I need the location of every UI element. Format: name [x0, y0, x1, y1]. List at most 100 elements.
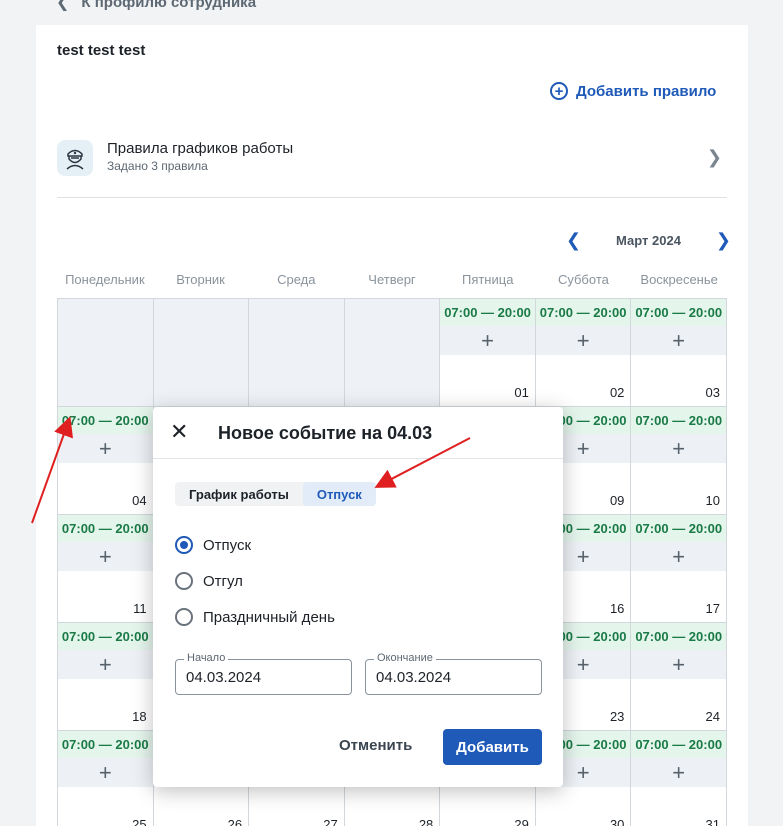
day-number: 28: [418, 817, 434, 826]
calendar-day-cell[interactable]: 07:00 — 20:00 +25: [58, 731, 154, 826]
day-number: 24: [705, 709, 720, 724]
add-rule-label: Добавить правило: [576, 82, 717, 100]
employee-name: test test test: [57, 42, 146, 59]
month-navigator: ❮ Март 2024 ❯: [566, 230, 731, 251]
calendar-day-cell[interactable]: 07:00 — 20:00 +17: [631, 515, 727, 623]
start-date-label: Начало: [184, 652, 229, 664]
shift-badge[interactable]: 07:00 — 20:00: [631, 407, 726, 434]
day-number: 04: [132, 493, 147, 508]
calendar-cell-empty: [344, 299, 441, 407]
back-to-profile-link[interactable]: ❮ К профилю сотрудника: [56, 0, 256, 12]
day-number: 31: [705, 817, 720, 826]
calendar-cell-empty: [58, 299, 154, 407]
add-event-icon[interactable]: +: [535, 326, 631, 355]
option-label: Отгул: [203, 572, 243, 590]
day-number: 11: [133, 601, 147, 616]
add-rule-button[interactable]: + Добавить правило: [550, 82, 716, 100]
prev-month-icon[interactable]: ❮: [566, 230, 581, 251]
cancel-button[interactable]: Отменить: [339, 737, 412, 754]
add-event-icon[interactable]: +: [631, 650, 726, 679]
month-label: Март 2024: [616, 233, 681, 248]
radio-unchecked-icon[interactable]: [175, 572, 193, 590]
rules-subtitle: Задано 3 правила: [107, 159, 208, 173]
option-label: Праздничный день: [203, 608, 335, 626]
submit-button[interactable]: Добавить: [443, 729, 542, 765]
day-number: 16: [609, 601, 625, 616]
add-event-icon[interactable]: +: [440, 326, 535, 355]
shift-badge[interactable]: 07:00 — 20:00: [440, 299, 535, 326]
start-date-field[interactable]: Начало 04.03.2024: [175, 652, 352, 695]
close-icon[interactable]: ✕: [170, 421, 188, 443]
weekday-header: Понедельник Вторник Среда Четверг Пятниц…: [57, 272, 727, 287]
weekday-label: Пятница: [461, 272, 514, 287]
day-number: 01: [514, 385, 529, 400]
shift-badge[interactable]: 07:00 — 20:00: [535, 299, 631, 326]
add-event-icon[interactable]: +: [631, 758, 726, 787]
tab-work-schedule[interactable]: График работы: [175, 482, 303, 506]
calendar-day-cell[interactable]: 07:00 — 20:00 +24: [631, 623, 727, 731]
shift-badge[interactable]: 07:00 — 20:00: [631, 623, 726, 650]
new-event-dialog: ✕ Новое событие на 04.03 График работы О…: [153, 407, 563, 787]
calendar-day-cell[interactable]: 07:00 — 20:00 +01: [440, 299, 536, 407]
day-number: 29: [514, 817, 529, 826]
day-number: 26: [227, 817, 243, 826]
add-event-icon[interactable]: +: [631, 542, 726, 571]
shift-badge[interactable]: 07:00 — 20:00: [58, 407, 153, 434]
next-month-icon[interactable]: ❯: [716, 230, 731, 251]
calendar-day-cell[interactable]: 07:00 — 20:00 +10: [631, 407, 727, 515]
add-event-icon[interactable]: +: [631, 434, 726, 463]
event-type-tabs: График работы Отпуск: [175, 482, 376, 506]
end-date-label: Окончание: [374, 652, 436, 664]
calendar-cell-empty: [249, 299, 345, 407]
radio-unchecked-icon[interactable]: [175, 608, 193, 626]
chevron-right-icon: ❯: [706, 147, 722, 167]
weekday-label: Среда: [277, 272, 316, 287]
day-number: 09: [609, 493, 625, 508]
calendar-day-cell[interactable]: 07:00 — 20:00 +03: [631, 299, 727, 407]
end-date-value: 04.03.2024: [376, 669, 452, 686]
add-event-icon[interactable]: +: [58, 758, 153, 787]
calendar-day-cell[interactable]: 07:00 — 20:00 +31: [631, 731, 727, 826]
add-event-icon[interactable]: +: [58, 542, 153, 571]
work-schedule-rules-item[interactable]: Правила графиков работы Задано 3 правила…: [57, 137, 727, 197]
day-number: 27: [323, 817, 338, 826]
doctor-avatar-icon: [57, 140, 93, 176]
shift-badge[interactable]: 07:00 — 20:00: [58, 515, 153, 542]
weekday-label: Вторник: [176, 272, 225, 287]
weekday-label: Понедельник: [65, 272, 145, 287]
weekday-label: Четверг: [368, 272, 416, 287]
day-number: 25: [132, 817, 147, 826]
day-number: 18: [132, 709, 147, 724]
option-time-off[interactable]: Отгул: [175, 563, 335, 599]
weekday-label: Воскресенье: [640, 272, 718, 287]
shift-badge[interactable]: 07:00 — 20:00: [631, 299, 726, 326]
plus-circle-icon: +: [550, 82, 568, 100]
calendar-cell-empty: [153, 299, 250, 407]
day-number: 23: [609, 709, 625, 724]
calendar-day-cell[interactable]: 07:00 — 20:00 +02: [535, 299, 632, 407]
end-date-field[interactable]: Окончание 04.03.2024: [365, 652, 542, 695]
day-number: 10: [705, 493, 720, 508]
add-event-icon[interactable]: +: [631, 326, 726, 355]
option-holiday[interactable]: Праздничный день: [175, 599, 335, 635]
rules-title: Правила графиков работы: [107, 140, 294, 157]
tab-vacation[interactable]: Отпуск: [302, 482, 376, 506]
option-vacation[interactable]: Отпуск: [175, 527, 335, 563]
back-link-label: К профилю сотрудника: [81, 0, 257, 11]
day-number: 30: [609, 817, 625, 826]
start-date-value: 04.03.2024: [186, 669, 262, 686]
shift-badge[interactable]: 07:00 — 20:00: [631, 515, 726, 542]
chevron-left-icon: ❮: [56, 0, 70, 11]
calendar-day-cell[interactable]: 07:00 — 20:00 +18: [58, 623, 154, 731]
add-event-icon[interactable]: +: [58, 650, 153, 679]
shift-badge[interactable]: 07:00 — 20:00: [58, 623, 153, 650]
shift-badge[interactable]: 07:00 — 20:00: [631, 731, 726, 758]
calendar-day-cell[interactable]: 07:00 — 20:00 +04: [58, 407, 154, 515]
radio-checked-icon[interactable]: [175, 536, 193, 554]
add-event-icon[interactable]: +: [58, 434, 153, 463]
option-label: Отпуск: [203, 536, 252, 554]
calendar-day-cell[interactable]: 07:00 — 20:00 +11: [58, 515, 154, 623]
absence-type-options: Отпуск Отгул Праздничный день: [175, 527, 335, 635]
shift-badge[interactable]: 07:00 — 20:00: [58, 731, 153, 758]
dialog-header: ✕ Новое событие на 04.03: [153, 407, 563, 459]
